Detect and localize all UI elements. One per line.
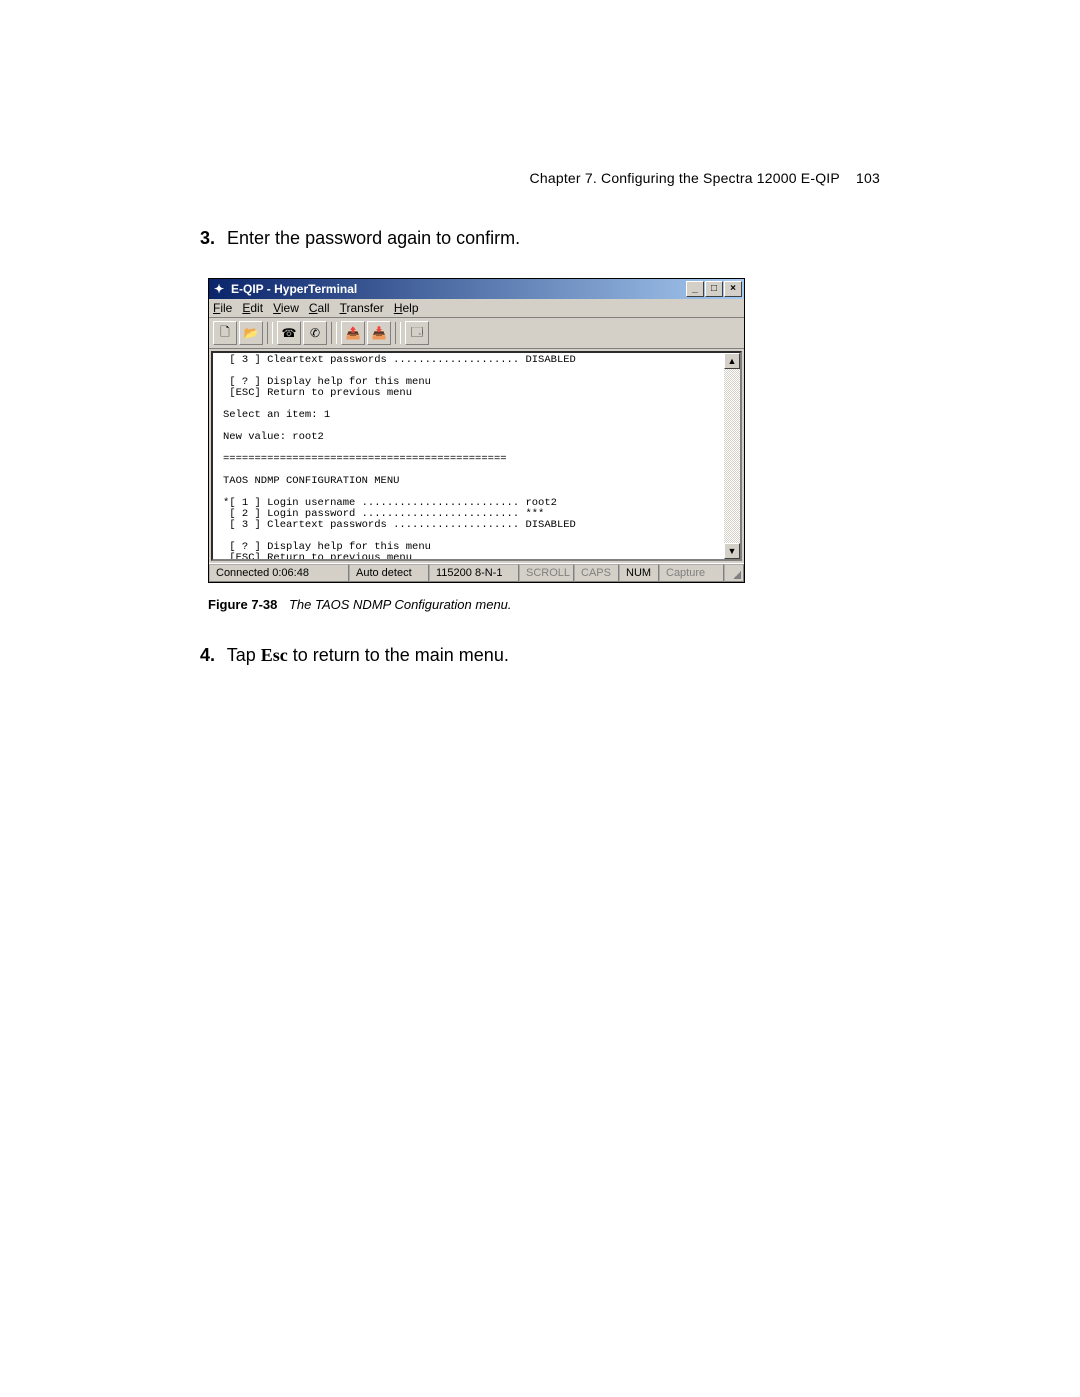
figure-label: Figure 7-38	[208, 597, 277, 612]
step-4: 4. Tap Esc to return to the main menu.	[200, 645, 509, 666]
receive-icon[interactable]: 📥	[367, 321, 391, 345]
app-icon: ✦	[211, 281, 227, 297]
step-4-pre: Tap	[227, 645, 261, 665]
page-header: Chapter 7. Configuring the Spectra 12000…	[530, 170, 880, 186]
toolbar-separator	[267, 322, 273, 344]
call-icon[interactable]: ☎	[277, 321, 301, 345]
step-4-post: to return to the main menu.	[288, 645, 509, 665]
close-button[interactable]: ×	[724, 281, 742, 297]
minimize-button[interactable]: _	[686, 281, 704, 297]
step-4-number: 4.	[200, 645, 222, 666]
status-caps: CAPS	[574, 564, 619, 582]
step-3: 3. Enter the password again to confirm.	[200, 228, 520, 249]
open-icon[interactable]: 📂	[239, 321, 263, 345]
scroll-down-icon[interactable]: ▼	[724, 543, 740, 559]
chapter-title: Chapter 7. Configuring the Spectra 12000…	[530, 170, 840, 186]
scroll-up-icon[interactable]: ▲	[724, 353, 740, 369]
window-title: E-QIP - HyperTerminal	[231, 282, 686, 296]
toolbar: 🗋 📂 ☎ ✆ 📤 📥 🗔	[209, 318, 744, 349]
status-connected: Connected 0:06:48	[209, 564, 349, 582]
menu-edit[interactable]: EditEdit	[242, 301, 263, 315]
status-capture: Capture	[659, 564, 724, 582]
terminal-output[interactable]: [ 3 ] Cleartext passwords ..............…	[213, 353, 724, 559]
figure-text: The TAOS NDMP Configuration menu.	[289, 597, 512, 612]
menu-transfer[interactable]: TransferTransfer	[340, 301, 384, 315]
menu-help[interactable]: HelpHelp	[394, 301, 419, 315]
status-baud: 115200 8-N-1	[429, 564, 519, 582]
new-icon[interactable]: 🗋	[213, 321, 237, 345]
toolbar-separator	[331, 322, 337, 344]
vertical-scrollbar[interactable]: ▲ ▼	[724, 353, 740, 559]
scroll-track[interactable]	[724, 369, 740, 543]
step-3-number: 3.	[200, 228, 222, 249]
page-number: 103	[856, 170, 880, 186]
menubar: FFileile EditEdit ViewView CallCall Tran…	[209, 299, 744, 318]
maximize-button[interactable]: □	[705, 281, 723, 297]
status-num: NUM	[619, 564, 659, 582]
figure-caption: Figure 7-38 The TAOS NDMP Configuration …	[208, 597, 512, 612]
menu-file[interactable]: FFileile	[213, 301, 232, 315]
esc-key: Esc	[261, 645, 288, 665]
titlebar[interactable]: ✦ E-QIP - HyperTerminal _ □ ×	[209, 279, 744, 299]
hyperterminal-window: ✦ E-QIP - HyperTerminal _ □ × FFileile E…	[208, 278, 745, 583]
status-scroll: SCROLL	[519, 564, 574, 582]
properties-icon[interactable]: 🗔	[405, 321, 429, 345]
statusbar: Connected 0:06:48 Auto detect 115200 8-N…	[209, 563, 744, 582]
resize-grip-icon[interactable]	[724, 564, 744, 582]
status-autodetect: Auto detect	[349, 564, 429, 582]
send-icon[interactable]: 📤	[341, 321, 365, 345]
menu-call[interactable]: CallCall	[309, 301, 330, 315]
disconnect-icon[interactable]: ✆	[303, 321, 327, 345]
step-3-text: Enter the password again to confirm.	[227, 228, 520, 248]
menu-view[interactable]: ViewView	[273, 301, 299, 315]
toolbar-separator	[395, 322, 401, 344]
